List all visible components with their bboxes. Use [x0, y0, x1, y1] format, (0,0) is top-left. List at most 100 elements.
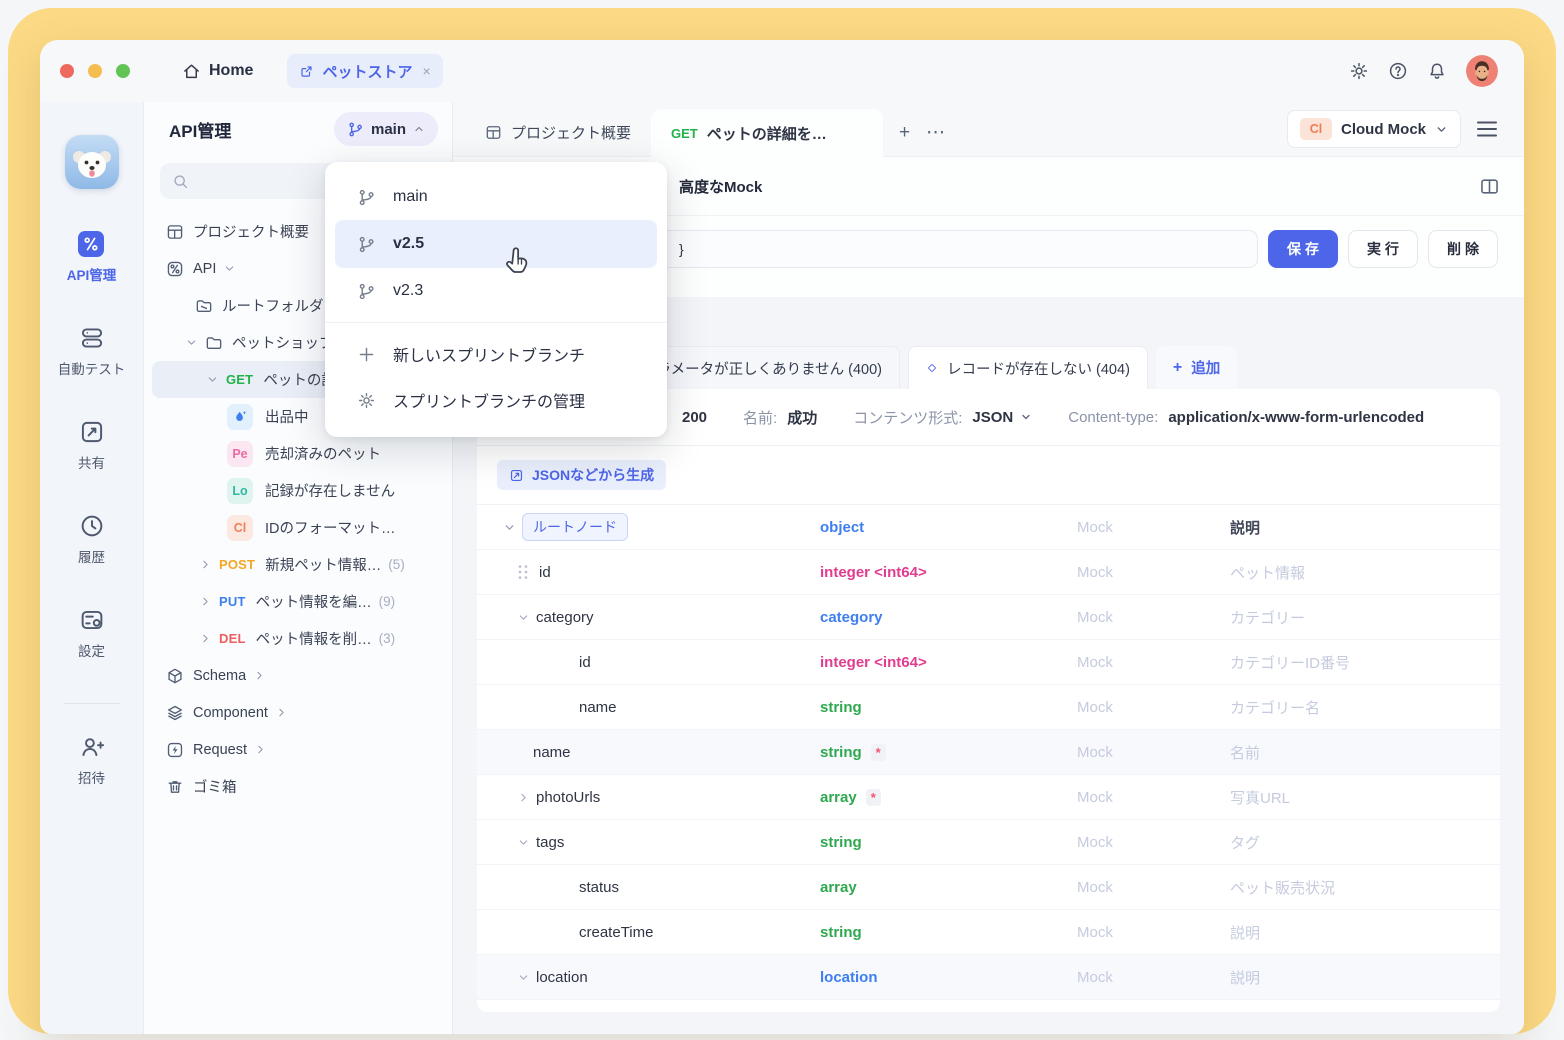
- response-tab[interactable]: レコードが存在しない (404): [908, 346, 1148, 389]
- add-tab-button[interactable]: +: [899, 122, 910, 156]
- schema-root-row[interactable]: ルートノード object Mock 説明: [477, 505, 1500, 550]
- home-tab[interactable]: Home: [182, 62, 253, 81]
- schema-row[interactable]: namestring*Mock名前: [477, 730, 1500, 775]
- field-description[interactable]: ペット情報: [1230, 562, 1500, 583]
- tree-item[interactable]: Request: [152, 731, 444, 768]
- branch-menu-item[interactable]: main: [325, 174, 667, 220]
- schema-row[interactable]: statusarrayMockペット販売状況: [477, 865, 1500, 910]
- environment-select[interactable]: Cl Cloud Mock: [1287, 110, 1461, 148]
- field-description[interactable]: カテゴリーID番号: [1230, 652, 1500, 673]
- schema-row[interactable]: idinteger <int64>MockカテゴリーID番号: [477, 640, 1500, 685]
- chevron-right-icon: [253, 669, 266, 682]
- mock-placeholder[interactable]: Mock: [1077, 564, 1230, 581]
- field-name: location: [536, 969, 588, 986]
- help-icon[interactable]: [1388, 61, 1408, 81]
- add-response-tab[interactable]: +追加: [1156, 346, 1237, 389]
- branch-menu-item[interactable]: v2.5: [335, 220, 657, 268]
- field-description[interactable]: ペット販売状況: [1230, 877, 1500, 898]
- rail-item-auto-test[interactable]: 自動テスト: [58, 325, 126, 378]
- field-description[interactable]: 写真URL: [1230, 787, 1500, 808]
- tree-item[interactable]: PUTペット情報を編…(9): [152, 583, 444, 620]
- history-icon: [79, 513, 105, 539]
- field-type: string: [820, 699, 862, 716]
- method-badge: PUT: [219, 594, 246, 609]
- field-type-cell: array*: [820, 789, 1077, 806]
- rail-item-history[interactable]: 履歴: [78, 513, 105, 566]
- branch-menu-item[interactable]: v2.3: [325, 268, 667, 314]
- minimize-window-button[interactable]: [88, 64, 102, 78]
- save-button[interactable]: 保存: [1268, 230, 1338, 268]
- state-chip: Cl: [227, 515, 253, 541]
- tree-item-label: 記録が存在しません: [265, 480, 395, 501]
- schema-row[interactable]: tagsstringMockタグ: [477, 820, 1500, 865]
- tree-item[interactable]: Pe売却済みのペット: [152, 435, 444, 472]
- rail-item-settings[interactable]: 設定: [78, 607, 105, 660]
- run-button[interactable]: 実行: [1348, 230, 1418, 268]
- mock-placeholder[interactable]: Mock: [1077, 879, 1230, 896]
- schema-row[interactable]: locationlocationMock説明: [477, 955, 1500, 1000]
- method-badge: GET: [226, 372, 253, 387]
- schema-row[interactable]: namestringMockカテゴリー名: [477, 685, 1500, 730]
- tree-item[interactable]: Component: [152, 694, 444, 731]
- rail-item-label: 招待: [78, 767, 105, 787]
- field-description[interactable]: カテゴリー: [1230, 607, 1500, 628]
- overview-icon: [485, 124, 502, 141]
- generate-from-json-button[interactable]: JSONなどから生成: [497, 460, 666, 490]
- plus-icon: [357, 345, 376, 364]
- tree-item-label: Request: [193, 742, 247, 758]
- field-description[interactable]: 説明: [1230, 922, 1500, 943]
- field-name-cell: tags: [477, 834, 820, 851]
- tree-item-label: Schema: [193, 668, 246, 684]
- layout-columns-icon[interactable]: [1479, 176, 1500, 197]
- schema-row[interactable]: createTimestringMock説明: [477, 910, 1500, 955]
- tree-item[interactable]: POST新規ペット情報…(5): [152, 546, 444, 583]
- mock-placeholder[interactable]: Mock: [1077, 744, 1230, 761]
- mock-placeholder[interactable]: Mock: [1077, 969, 1230, 986]
- tab-endpoint-active[interactable]: GET ペットの詳細を…: [651, 109, 883, 157]
- root-node-tag: ルートノード: [522, 513, 628, 541]
- gear-icon: [357, 391, 376, 410]
- field-type-cell: category: [820, 609, 1077, 626]
- project-avatar[interactable]: [65, 135, 119, 189]
- mock-placeholder[interactable]: Mock: [1077, 924, 1230, 941]
- rail-item-api-manage[interactable]: API管理: [67, 231, 117, 284]
- mock-placeholder[interactable]: Mock: [1077, 789, 1230, 806]
- bell-icon[interactable]: [1427, 61, 1447, 81]
- gear-icon[interactable]: [1349, 61, 1369, 81]
- zoom-window-button[interactable]: [116, 64, 130, 78]
- mock-placeholder[interactable]: Mock: [1077, 834, 1230, 851]
- close-project-tab-icon[interactable]: ×: [422, 63, 430, 79]
- more-tabs-button[interactable]: ⋯: [926, 121, 945, 156]
- mock-placeholder[interactable]: Mock: [1077, 699, 1230, 716]
- user-avatar[interactable]: [1466, 55, 1498, 87]
- field-description[interactable]: タグ: [1230, 832, 1500, 853]
- branch-selector[interactable]: main: [334, 112, 438, 146]
- tree-item[interactable]: ゴミ箱: [152, 768, 444, 805]
- close-window-button[interactable]: [60, 64, 74, 78]
- tree-item-label: IDのフォーマット…: [265, 517, 396, 538]
- mock-placeholder[interactable]: Mock: [1077, 609, 1230, 626]
- mock-column-header: Mock: [1077, 519, 1230, 536]
- field-description[interactable]: 名前: [1230, 742, 1500, 763]
- schema-row[interactable]: photoUrlsarray*Mock写真URL: [477, 775, 1500, 820]
- format-select[interactable]: JSON: [972, 409, 1032, 426]
- menu-icon[interactable]: [1476, 120, 1498, 138]
- branch-menu-action[interactable]: スプリントブランチの管理: [325, 377, 667, 423]
- tree-item-label: ルートフォルダ: [222, 295, 324, 316]
- branch-dropdown-menu: mainv2.5v2.3 新しいスプリントブランチスプリントブランチの管理: [325, 162, 667, 437]
- schema-row[interactable]: idinteger <int64>Mockペット情報: [477, 550, 1500, 595]
- tab-project-overview[interactable]: プロジェクト概要: [465, 108, 651, 156]
- tree-item[interactable]: Lo記録が存在しません: [152, 472, 444, 509]
- tree-item[interactable]: Cl IDのフォーマット…: [152, 509, 444, 546]
- rail-item-invite[interactable]: 招待: [78, 734, 105, 787]
- mock-placeholder[interactable]: Mock: [1077, 654, 1230, 671]
- tree-item[interactable]: DELペット情報を削…(3): [152, 620, 444, 657]
- schema-row[interactable]: categorycategoryMockカテゴリー: [477, 595, 1500, 640]
- delete-button[interactable]: 削除: [1428, 230, 1498, 268]
- branch-menu-action[interactable]: 新しいスプリントブランチ: [325, 331, 667, 377]
- field-description[interactable]: カテゴリー名: [1230, 697, 1500, 718]
- field-description[interactable]: 説明: [1230, 967, 1500, 988]
- rail-item-share[interactable]: 共有: [78, 419, 105, 472]
- project-tab[interactable]: ペットストア ×: [287, 54, 442, 88]
- tree-item[interactable]: Schema: [152, 657, 444, 694]
